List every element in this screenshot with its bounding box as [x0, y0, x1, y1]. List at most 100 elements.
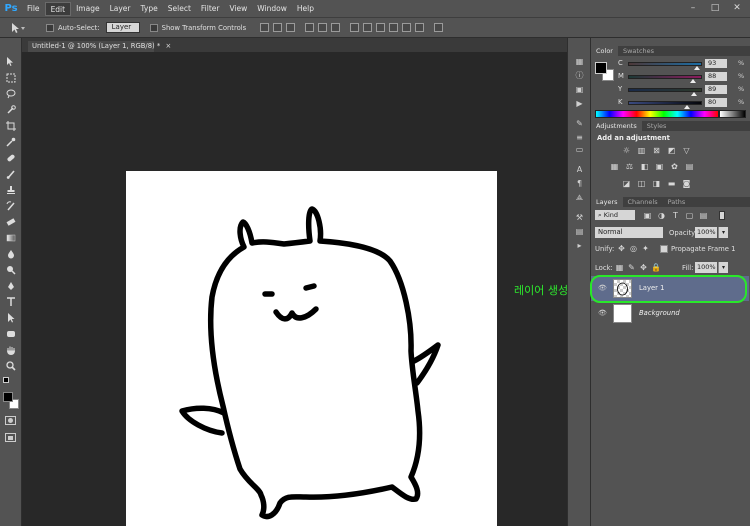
distribute-vcenter-icon[interactable] — [363, 23, 373, 32]
type-tool-icon[interactable] — [4, 296, 18, 308]
quick-mask-icon[interactable] — [5, 416, 16, 425]
brush-panel-icon[interactable]: ✎ — [572, 118, 587, 129]
distribute-right-icon[interactable] — [415, 23, 425, 32]
close-document-icon[interactable]: × — [165, 42, 171, 50]
menu-window[interactable]: Window — [252, 2, 292, 16]
menu-view[interactable]: View — [224, 2, 252, 16]
filter-pixel-icon[interactable]: ▣ — [643, 211, 652, 220]
history-panel-icon[interactable]: ▦ — [572, 56, 587, 67]
layer-row-background[interactable]: 👁 Background — [591, 301, 749, 326]
brightness-contrast-icon[interactable]: ☼ — [622, 146, 631, 155]
notes-panel-icon[interactable]: ▤ — [572, 226, 587, 237]
fill-field[interactable]: 100% — [695, 262, 717, 273]
zoom-tool-icon[interactable] — [4, 360, 18, 372]
history-brush-tool-icon[interactable] — [4, 200, 18, 212]
screen-mode-icon[interactable] — [5, 433, 16, 442]
move-tool-icon[interactable] — [4, 56, 18, 68]
navigator-panel-icon[interactable]: ▣ — [572, 84, 587, 95]
distribute-bottom-icon[interactable] — [376, 23, 386, 32]
color-slider-k[interactable]: K 80 % — [618, 98, 748, 109]
tab-color[interactable]: Color — [591, 46, 618, 56]
layer-filter-kind[interactable]: ⌕ Kind — [595, 210, 635, 220]
menu-layer[interactable]: Layer — [105, 2, 136, 16]
auto-select-checkbox[interactable] — [46, 23, 54, 32]
slider-thumb[interactable] — [684, 105, 691, 109]
brush-tool-icon[interactable] — [4, 168, 18, 180]
dodge-tool-icon[interactable] — [4, 264, 18, 276]
selective-color-icon[interactable]: ◙ — [682, 179, 691, 188]
fg-bg-color-chips[interactable] — [595, 62, 617, 84]
channel-value[interactable]: 89 — [705, 85, 727, 94]
threshold-icon[interactable]: ◨ — [652, 179, 661, 188]
channel-value[interactable]: 93 — [705, 59, 727, 68]
marquee-tool-icon[interactable] — [4, 72, 18, 84]
shape-tool-icon[interactable] — [4, 328, 18, 340]
unify-visibility-icon[interactable]: ◎ — [629, 244, 638, 253]
filter-type-icon[interactable]: T — [671, 211, 680, 220]
menu-edit[interactable]: Edit — [44, 1, 72, 16]
menu-select[interactable]: Select — [163, 2, 196, 16]
spectrum-bw-bar[interactable] — [719, 110, 746, 118]
healing-brush-tool-icon[interactable] — [4, 152, 18, 164]
distribute-top-icon[interactable] — [350, 23, 360, 32]
align-bottom-icon[interactable] — [286, 23, 296, 32]
move-tool-preset-icon[interactable] — [10, 22, 32, 34]
levels-icon[interactable]: ▥ — [637, 146, 646, 155]
invert-icon[interactable]: ◪ — [622, 179, 631, 188]
color-spectrum-bar[interactable] — [595, 110, 719, 118]
minimize-button[interactable]: – — [682, 1, 704, 15]
quick-select-tool-icon[interactable] — [4, 104, 18, 116]
slider-thumb[interactable] — [690, 92, 697, 96]
photo-filter-icon[interactable]: ▣ — [655, 162, 664, 171]
foreground-color-swatch[interactable] — [3, 392, 13, 402]
blend-mode-dropdown[interactable]: Normal — [595, 227, 663, 238]
color-lookup-icon[interactable]: ▤ — [685, 162, 694, 171]
default-colors-icon[interactable] — [3, 377, 9, 383]
tab-adjustments[interactable]: Adjustments — [591, 121, 642, 131]
brush-presets-icon[interactable]: ≡ — [572, 132, 587, 143]
blur-tool-icon[interactable] — [4, 248, 18, 260]
glyphs-panel-icon[interactable]: ⟁ — [572, 192, 587, 203]
tab-swatches[interactable]: Swatches — [618, 46, 659, 56]
paragraph-panel-icon[interactable]: ¶ — [572, 178, 587, 189]
clone-source-icon[interactable]: ▭ — [572, 144, 587, 155]
lock-all-icon[interactable]: 🔒 — [651, 263, 661, 272]
tool-presets-icon[interactable]: ⚒ — [572, 212, 587, 223]
unify-style-icon[interactable]: ✦ — [641, 244, 650, 253]
path-selection-tool-icon[interactable] — [4, 312, 18, 324]
align-vcenter-icon[interactable] — [273, 23, 283, 32]
vibrance-icon[interactable]: ▽ — [682, 146, 691, 155]
eye-icon[interactable]: 👁 — [598, 309, 607, 317]
eraser-tool-icon[interactable] — [4, 216, 18, 228]
gradient-tool-icon[interactable] — [4, 232, 18, 244]
character-panel-icon[interactable]: A — [572, 164, 587, 175]
menu-help[interactable]: Help — [292, 2, 319, 16]
distribute-left-icon[interactable] — [389, 23, 399, 32]
actions-panel-icon[interactable]: ▶ — [572, 98, 587, 109]
auto-select-dropdown[interactable]: Layer — [105, 22, 140, 33]
crop-tool-icon[interactable] — [4, 120, 18, 132]
tab-paths[interactable]: Paths — [663, 197, 691, 207]
lock-pixels-icon[interactable]: ✎ — [627, 263, 636, 272]
opacity-slider-button[interactable]: ▾ — [718, 227, 728, 238]
color-slider-m[interactable]: M 88 % — [618, 72, 748, 83]
slider-thumb[interactable] — [693, 66, 700, 70]
hue-saturation-icon[interactable]: ▦ — [610, 162, 619, 171]
show-transform-checkbox[interactable] — [149, 23, 158, 32]
tab-styles[interactable]: Styles — [642, 121, 672, 131]
hand-tool-icon[interactable] — [4, 344, 18, 356]
align-top-icon[interactable] — [260, 23, 270, 32]
clone-stamp-tool-icon[interactable] — [4, 184, 18, 196]
channel-mixer-icon[interactable]: ✿ — [670, 162, 679, 171]
posterize-icon[interactable]: ◫ — [637, 179, 646, 188]
auto-align-icon[interactable] — [434, 23, 444, 32]
black-white-icon[interactable]: ◧ — [640, 162, 649, 171]
color-slider-c[interactable]: C 93 % — [618, 59, 748, 70]
slider-thumb[interactable] — [690, 79, 697, 83]
curves-icon[interactable]: ⊠ — [652, 146, 661, 155]
exposure-icon[interactable]: ◩ — [667, 146, 676, 155]
distribute-hcenter-icon[interactable] — [402, 23, 412, 32]
color-balance-icon[interactable]: ⚖ — [625, 162, 634, 171]
maximize-button[interactable]: □ — [704, 1, 726, 15]
close-window-button[interactable]: ✕ — [726, 1, 748, 15]
